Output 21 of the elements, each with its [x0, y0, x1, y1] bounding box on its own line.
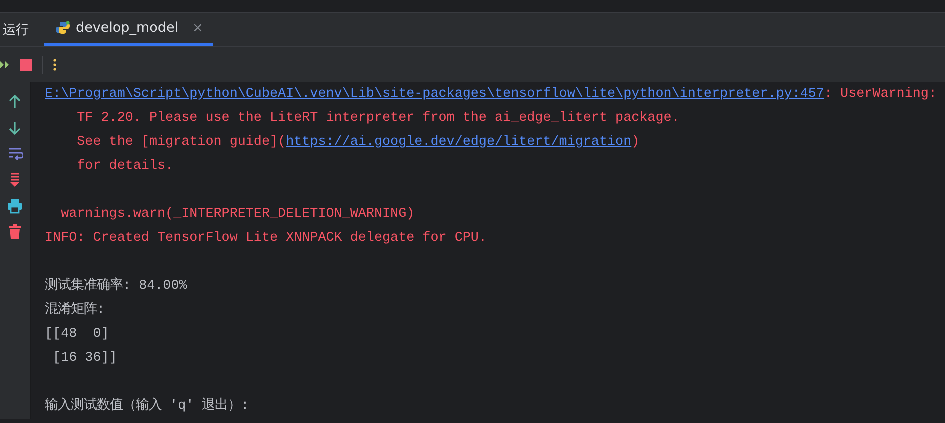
- console-line: 测试集准确率: 84.00%: [45, 276, 188, 296]
- up-arrow-icon[interactable]: [7, 94, 23, 110]
- console-line: warnings.warn(_INTERPRETER_DELETION_WARNING): [60, 206, 416, 224]
- python-icon: [56, 21, 70, 35]
- down-arrow-icon[interactable]: [7, 120, 23, 136]
- console-line: for details.: [76, 158, 175, 176]
- console-line: See the [migration guide](https://ai.google.dev/edge/litert/migration): [76, 134, 641, 152]
- console-line: [16 36]]: [52, 350, 118, 368]
- console-line: 输入测试数值（输入 'q' 退出）:: [45, 396, 250, 416]
- print-icon[interactable]: [7, 198, 23, 214]
- stop-icon[interactable]: [20, 58, 32, 70]
- tool-window-title: 运行: [2, 22, 30, 40]
- console-line: E:\Program\Script\python\CubeAI\.venv\Lib\site-packages\tensorflow\lite\python\interpreter.py:457: UserWarning:: [45, 86, 937, 104]
- trash-icon[interactable]: [7, 224, 23, 240]
- soft-wrap-icon[interactable]: [7, 146, 23, 162]
- console-line: INFO: Created TensorFlow Lite XNNPACK delegate for CPU.: [45, 230, 488, 248]
- console-line: 混淆矩阵:: [45, 301, 106, 320]
- console-line: [[48 0]: [45, 326, 110, 344]
- console-line: TF 2.20. Please use the LiteRT interpreter from the ai_edge_litert package.: [76, 110, 681, 128]
- rerun-icon[interactable]: [0, 58, 10, 70]
- more-icon[interactable]: [53, 58, 57, 70]
